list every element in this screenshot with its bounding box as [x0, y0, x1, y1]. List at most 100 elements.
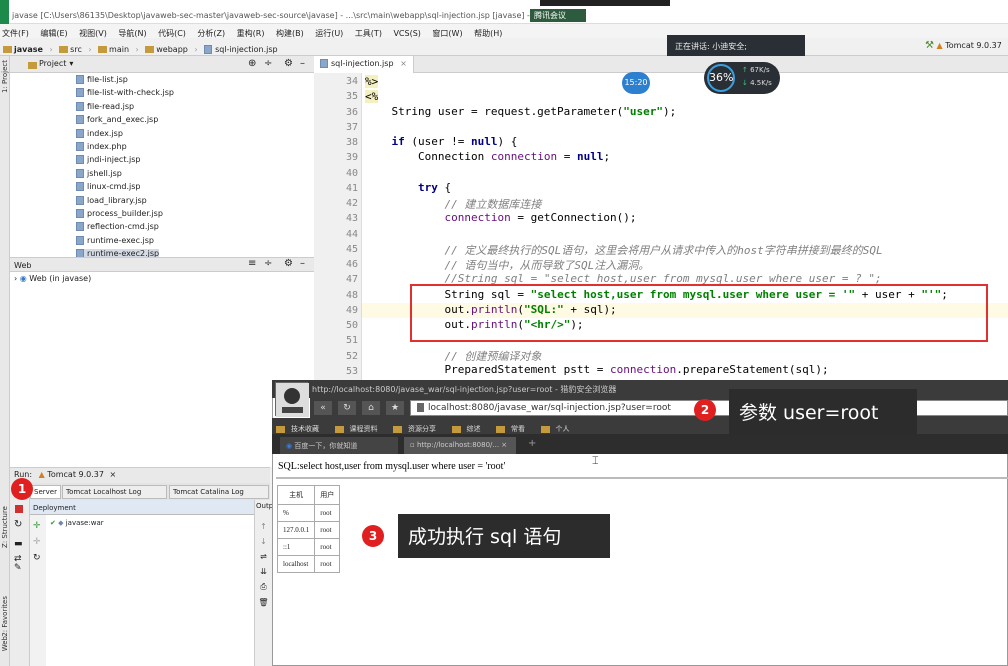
close-icon[interactable]: × [109, 470, 116, 479]
star-icon[interactable]: ★ [386, 401, 404, 415]
bookmark-frequent[interactable]: 常看 [496, 425, 531, 433]
menu-edit[interactable]: 编辑(E) [40, 29, 67, 38]
cpu-percent: 36% [707, 64, 735, 92]
web-tree-item[interactable]: › ◉ Web (in javase) [10, 272, 314, 285]
browser-tab-localhost[interactable]: ▫ http://localhost:8080/... × [404, 437, 516, 454]
run-config-name[interactable]: Tomcat 9.0.37 [47, 470, 104, 479]
collapse-icon[interactable]: ÷ [264, 258, 272, 269]
refresh-icon[interactable]: ↻ [33, 553, 43, 563]
project-tool-tab[interactable]: 1: Project [1, 60, 9, 93]
project-panel-title[interactable]: Project [39, 59, 66, 68]
scroll-end-icon[interactable]: ⇊ [255, 567, 272, 576]
bookmark-resource[interactable]: 资源分享 [393, 425, 442, 433]
menu-view[interactable]: 视图(V) [79, 29, 107, 38]
meeting-badge[interactable]: 腾讯会议 [530, 9, 586, 22]
hide-icon[interactable]: – [300, 258, 305, 269]
rerun-icon[interactable]: ↻ [14, 519, 22, 530]
expand-icon[interactable]: ≡ [248, 258, 256, 269]
project-file-item[interactable]: process_builder.jsp [76, 209, 163, 218]
hide-icon[interactable]: – [300, 58, 305, 69]
undeploy-icon[interactable]: ✛ [33, 537, 43, 547]
line-number: 40 [345, 167, 358, 179]
layout-icon[interactable]: ▬ [14, 539, 23, 549]
project-file-item[interactable]: load_library.jsp [76, 195, 147, 205]
tomcat-icon: ▲ [936, 41, 943, 50]
breadcrumb-project[interactable]: javase [14, 45, 43, 54]
menu-window[interactable]: 窗口(W) [432, 29, 462, 38]
tab-localhost-log[interactable]: Tomcat Localhost Log [62, 485, 167, 499]
tab-catalina-log[interactable]: Tomcat Catalina Log [169, 485, 269, 499]
project-file-item[interactable]: file-list-with-check.jsp [76, 88, 174, 98]
project-file-item[interactable]: jshell.jsp [76, 168, 122, 178]
bookmark-course[interactable]: 课程资料 [334, 425, 384, 433]
project-file-item[interactable]: fork_and_exec.jsp [76, 115, 158, 125]
line-number: 51 [345, 335, 358, 347]
gear-icon[interactable]: ⚙ [284, 258, 293, 269]
menu-file[interactable]: 文件(F) [2, 29, 29, 38]
line-number: 53 [345, 365, 358, 377]
bookmark-personal[interactable]: 个人 [540, 425, 576, 433]
line-number: 41 [345, 182, 358, 194]
bookmark-tech[interactable]: 技术收藏 [276, 425, 325, 433]
project-panel-header: Project ▾ ⊕ ÷ ⚙ – [10, 56, 314, 73]
project-file-item[interactable]: file-list.jsp [76, 75, 128, 84]
project-file-item[interactable]: jndi-inject.jsp [76, 155, 140, 165]
scroll-up-icon[interactable]: ↑ [255, 522, 272, 531]
breadcrumb-file[interactable]: sql-injection.jsp [215, 45, 278, 54]
jsp-file-icon [76, 115, 84, 125]
target-icon[interactable]: ⊕ [248, 58, 256, 69]
web-tool-tab[interactable]: Web [1, 636, 9, 651]
menu-navigate[interactable]: 导航(N) [118, 29, 146, 38]
scroll-down-icon[interactable]: ↓ [255, 537, 272, 546]
run-panel-header: Run: ▲ Tomcat 9.0.37 × [10, 467, 270, 483]
breadcrumb-src[interactable]: src [70, 45, 82, 54]
breadcrumb-main[interactable]: main [109, 45, 129, 54]
trash-icon[interactable]: 🗑 [255, 598, 272, 607]
project-file-item[interactable]: linux-cmd.jsp [76, 182, 141, 192]
print-icon[interactable]: ⎙ [255, 582, 272, 592]
baidu-icon: ◉ [286, 442, 293, 450]
bookmark-summary[interactable]: 综述 [451, 425, 487, 433]
hammer-icon[interactable]: ⚒ [925, 40, 934, 51]
menu-build[interactable]: 构建(B) [276, 29, 304, 38]
deployment-item[interactable]: ✔ ◆ javase:war [46, 515, 254, 531]
menu-run[interactable]: 运行(U) [315, 29, 343, 38]
pin-icon[interactable]: ✎ [14, 563, 22, 573]
home-icon[interactable]: ⌂ [362, 401, 380, 415]
new-tab-icon[interactable]: + [528, 438, 536, 449]
close-icon[interactable]: × [501, 441, 507, 449]
line-number: 50 [345, 320, 358, 331]
tab-server[interactable]: Server [30, 485, 61, 499]
structure-tool-tab[interactable]: Z: Structure [1, 506, 9, 548]
wrap-icon[interactable]: ⇌ [255, 552, 272, 561]
menu-refactor[interactable]: 重构(R) [237, 29, 265, 38]
menu-code[interactable]: 代码(C) [158, 29, 186, 38]
project-file-item[interactable]: index.php [76, 142, 127, 151]
tab-sql-injection[interactable]: sql-injection.jsp × [314, 56, 414, 73]
project-file-item[interactable]: index.jsp [76, 128, 123, 138]
speaking-text: 正在讲话: 小迪安全; [675, 42, 747, 51]
table-cell: 127.0.0.1 [276, 521, 316, 539]
run-config-selector[interactable]: ⚒ ▲ Tomcat 9.0.37 [925, 40, 1002, 51]
menu-vcs[interactable]: VCS(S) [393, 29, 420, 38]
close-icon[interactable]: × [400, 59, 407, 68]
back-icon[interactable]: « [314, 401, 332, 415]
collapse-icon[interactable]: ÷ [264, 58, 272, 69]
project-file-item[interactable]: file-read.jsp [76, 101, 134, 111]
favorites-tool-tab[interactable]: 2: Favorites [1, 596, 9, 637]
browser-tab-baidu[interactable]: ◉ 百度一下，你就知道 [280, 437, 398, 454]
breadcrumb-webapp[interactable]: webapp [156, 45, 188, 54]
gear-icon[interactable]: ⚙ [284, 58, 293, 69]
project-file-item[interactable]: runtime-exec.jsp [76, 235, 154, 245]
project-file-label: file-list.jsp [87, 75, 128, 84]
project-file-item[interactable]: reflection-cmd.jsp [76, 222, 159, 232]
menu-analyze[interactable]: 分析(Z) [197, 29, 225, 38]
screen-share-strip [540, 0, 670, 6]
stop-icon[interactable] [15, 505, 23, 513]
result-table: 主机 用户 % root 127.0.0.1 root ::1 root localh… [276, 485, 341, 573]
menu-help[interactable]: 帮助(H) [474, 29, 502, 38]
refresh-icon[interactable]: ↻ [338, 401, 356, 415]
menu-tools[interactable]: 工具(T) [355, 29, 382, 38]
deploy-icon[interactable]: ✛ [33, 521, 43, 531]
chevron-right-icon[interactable]: › [14, 274, 17, 283]
